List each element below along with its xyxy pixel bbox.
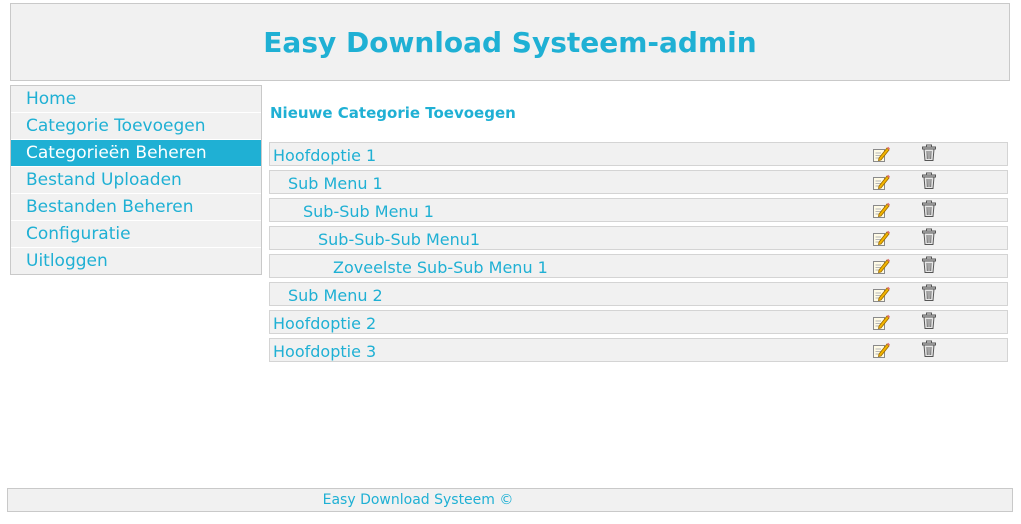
trash-icon[interactable] xyxy=(920,284,938,302)
add-category-link[interactable]: Nieuwe Categorie Toevoegen xyxy=(270,104,516,122)
edit-icon[interactable] xyxy=(872,145,890,163)
category-label[interactable]: Sub-Sub-Sub Menu1 xyxy=(318,230,480,249)
category-label[interactable]: Zoveelste Sub-Sub Menu 1 xyxy=(333,258,548,277)
trash-icon[interactable] xyxy=(920,340,938,358)
edit-icon[interactable] xyxy=(872,229,890,247)
category-row: Zoveelste Sub-Sub Menu 1 xyxy=(269,254,1008,278)
app-title: Easy Download Systeem-admin xyxy=(263,25,757,59)
category-row: Sub-Sub Menu 1 xyxy=(269,198,1008,222)
edit-icon[interactable] xyxy=(872,257,890,275)
page-footer: Easy Download Systeem © xyxy=(7,488,1013,512)
sidebar-item-categorieen-beheren[interactable]: Categorieën Beheren xyxy=(11,140,261,167)
category-row: Sub Menu 1 xyxy=(269,170,1008,194)
trash-icon[interactable] xyxy=(920,172,938,190)
sidebar-nav: Home Categorie Toevoegen Categorieën Beh… xyxy=(10,85,262,275)
category-label[interactable]: Sub Menu 1 xyxy=(288,174,383,193)
edit-icon[interactable] xyxy=(872,285,890,303)
category-row: Hoofdoptie 2 xyxy=(269,310,1008,334)
footer-text: Easy Download Systeem © xyxy=(322,492,514,508)
trash-icon[interactable] xyxy=(920,200,938,218)
category-label[interactable]: Sub Menu 2 xyxy=(288,286,383,305)
category-row: Hoofdoptie 1 xyxy=(269,142,1008,166)
sidebar-item-uitloggen[interactable]: Uitloggen xyxy=(11,248,261,274)
category-label[interactable]: Hoofdoptie 1 xyxy=(273,146,376,165)
sidebar-item-home[interactable]: Home xyxy=(11,86,261,113)
edit-icon[interactable] xyxy=(872,173,890,191)
category-row: Sub-Sub-Sub Menu1 xyxy=(269,226,1008,250)
edit-icon[interactable] xyxy=(872,313,890,331)
sidebar-item-configuratie[interactable]: Configuratie xyxy=(11,221,261,248)
category-label[interactable]: Hoofdoptie 3 xyxy=(273,342,376,361)
trash-icon[interactable] xyxy=(920,312,938,330)
sidebar-item-bestand-uploaden[interactable]: Bestand Uploaden xyxy=(11,167,261,194)
category-row: Sub Menu 2 xyxy=(269,282,1008,306)
category-row: Hoofdoptie 3 xyxy=(269,338,1008,362)
sidebar-item-bestanden-beheren[interactable]: Bestanden Beheren xyxy=(11,194,261,221)
edit-icon[interactable] xyxy=(872,201,890,219)
trash-icon[interactable] xyxy=(920,256,938,274)
category-list: Hoofdoptie 1 Sub Menu 1 Sub-Sub Menu 1 Sub-… xyxy=(269,142,1008,366)
trash-icon[interactable] xyxy=(920,144,938,162)
category-label[interactable]: Hoofdoptie 2 xyxy=(273,314,376,333)
trash-icon[interactable] xyxy=(920,228,938,246)
category-label[interactable]: Sub-Sub Menu 1 xyxy=(303,202,434,221)
sidebar-item-categorie-toevoegen[interactable]: Categorie Toevoegen xyxy=(11,113,261,140)
page-header: Easy Download Systeem-admin xyxy=(10,3,1010,81)
edit-icon[interactable] xyxy=(872,341,890,359)
